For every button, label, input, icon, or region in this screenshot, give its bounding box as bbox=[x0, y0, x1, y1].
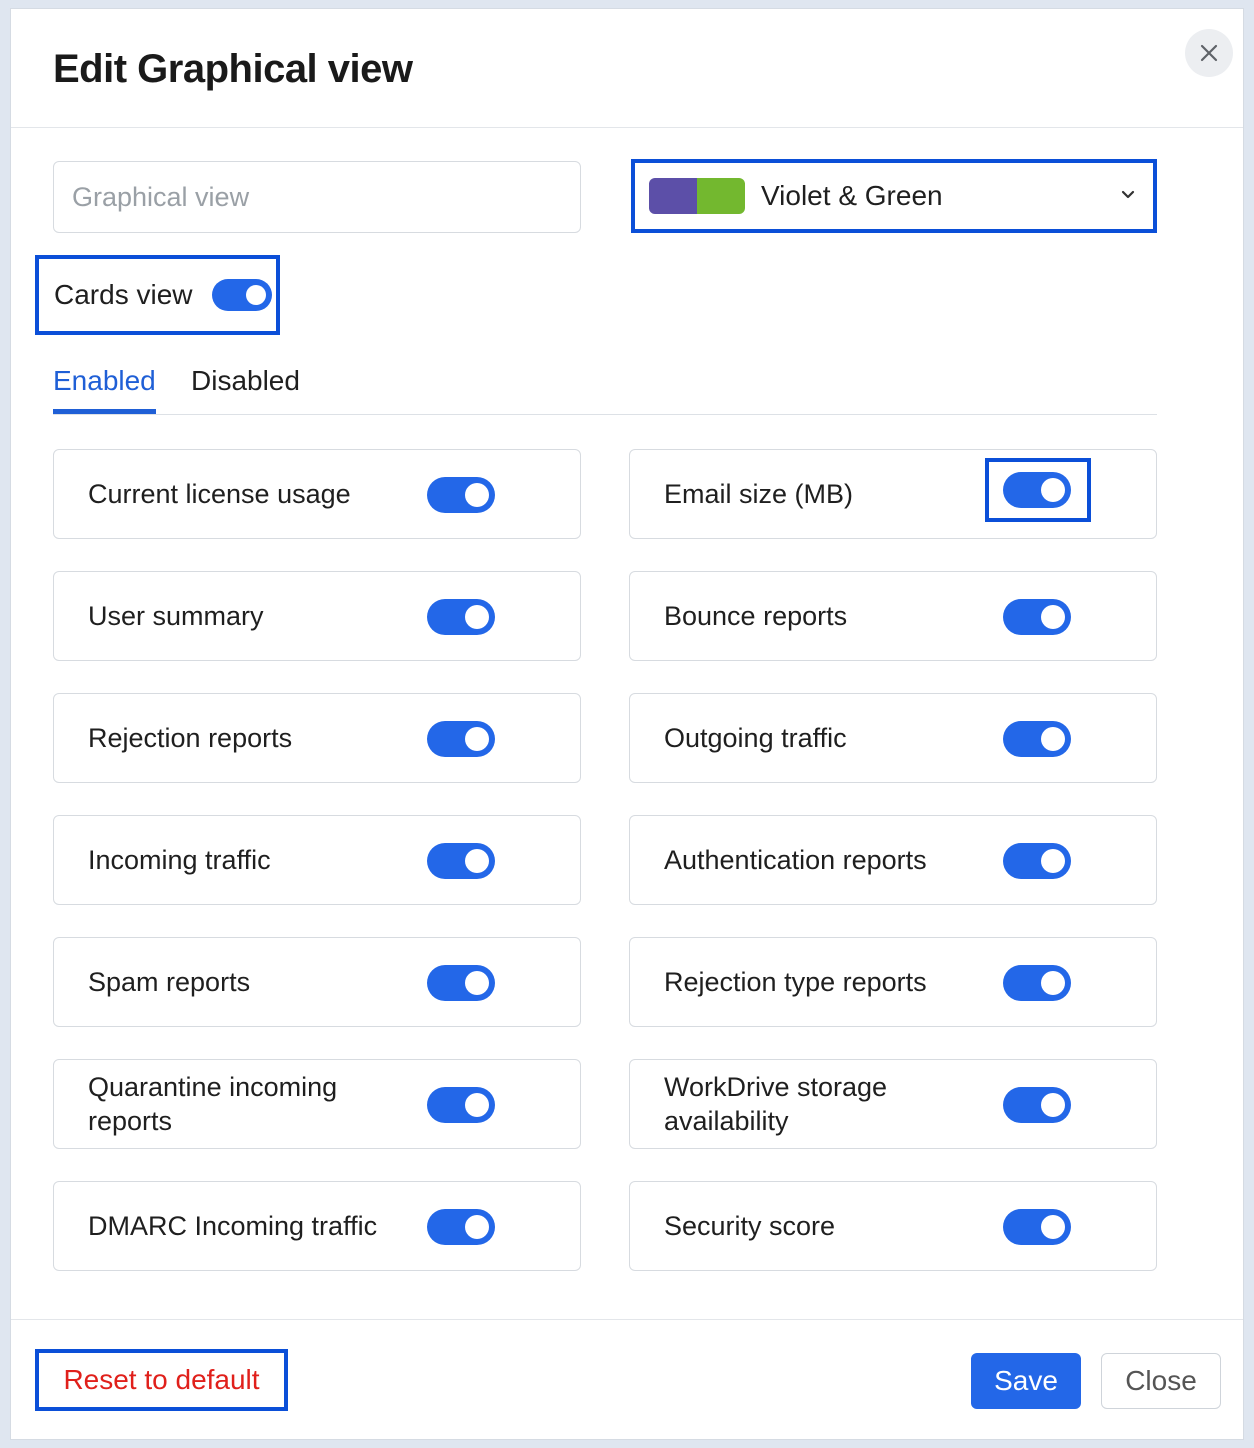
toggle-highlight bbox=[985, 458, 1091, 522]
card-toggle[interactable] bbox=[1003, 599, 1071, 635]
card-label: Quarantine incoming reports bbox=[88, 1072, 338, 1136]
card-label: Spam reports bbox=[88, 967, 251, 997]
tab-bar: Enabled Disabled bbox=[53, 361, 1157, 415]
card-security-score: Security score bbox=[629, 1181, 1157, 1271]
toggle-knob bbox=[1041, 849, 1065, 873]
card-toggle[interactable] bbox=[427, 477, 495, 513]
cards-view-label: Cards view bbox=[54, 279, 193, 310]
tab-enabled[interactable]: Enabled bbox=[53, 365, 156, 414]
card-workdrive-storage-availability: WorkDrive storage availability bbox=[629, 1059, 1157, 1149]
card-toggle[interactable] bbox=[427, 1209, 495, 1245]
card-email-size: Email size (MB) bbox=[629, 449, 1157, 539]
card-label: Current license usage bbox=[88, 479, 351, 509]
card-label: Authentication reports bbox=[664, 845, 927, 875]
close-icon bbox=[1200, 44, 1218, 62]
chevron-down-icon bbox=[1121, 190, 1135, 199]
card-toggle[interactable] bbox=[427, 721, 495, 757]
card-label: Security score bbox=[664, 1211, 836, 1241]
green-swatch bbox=[697, 178, 745, 214]
card-bounce-reports: Bounce reports bbox=[629, 571, 1157, 661]
tab-disabled[interactable]: Disabled bbox=[191, 365, 300, 397]
toggle-knob bbox=[246, 285, 267, 305]
card-toggle[interactable] bbox=[1003, 965, 1071, 1001]
card-toggle[interactable] bbox=[427, 1087, 495, 1123]
card-toggle[interactable] bbox=[1003, 472, 1071, 508]
card-label: User summary bbox=[88, 601, 264, 631]
card-outgoing-traffic: Outgoing traffic bbox=[629, 693, 1157, 783]
toggle-knob bbox=[1041, 727, 1065, 751]
card-dmarc-incoming-traffic: DMARC Incoming traffic bbox=[53, 1181, 581, 1271]
card-incoming-traffic: Incoming traffic bbox=[53, 815, 581, 905]
card-toggle[interactable] bbox=[1003, 721, 1071, 757]
toggle-knob bbox=[465, 605, 489, 629]
save-button[interactable]: Save bbox=[971, 1353, 1081, 1409]
dialog-title: Edit Graphical view bbox=[53, 47, 413, 91]
card-rejection-reports: Rejection reports bbox=[53, 693, 581, 783]
header-divider bbox=[11, 127, 1243, 128]
toggle-knob bbox=[465, 1093, 489, 1117]
toggle-knob bbox=[1041, 1215, 1065, 1239]
card-toggle[interactable] bbox=[1003, 843, 1071, 879]
reset-to-default-button[interactable]: Reset to default bbox=[35, 1349, 288, 1411]
close-button[interactable]: Close bbox=[1101, 1353, 1221, 1409]
card-spam-reports: Spam reports bbox=[53, 937, 581, 1027]
card-toggle[interactable] bbox=[427, 965, 495, 1001]
close-dialog-button[interactable] bbox=[1185, 29, 1233, 77]
card-label: Outgoing traffic bbox=[664, 723, 847, 753]
card-toggle[interactable] bbox=[1003, 1209, 1071, 1245]
card-label: Bounce reports bbox=[664, 601, 848, 631]
toggle-knob bbox=[465, 727, 489, 751]
card-label: DMARC Incoming traffic bbox=[88, 1211, 378, 1241]
toggle-knob bbox=[1041, 478, 1065, 502]
card-user-summary: User summary bbox=[53, 571, 581, 661]
toggle-knob bbox=[465, 483, 489, 507]
card-label: Rejection reports bbox=[88, 723, 293, 753]
toggle-knob bbox=[465, 849, 489, 873]
color-theme-select[interactable]: Violet & Green bbox=[631, 159, 1157, 233]
edit-graphical-view-dialog: Edit Graphical view Violet & Green Cards… bbox=[10, 8, 1244, 1440]
card-toggle[interactable] bbox=[427, 599, 495, 635]
card-label: Incoming traffic bbox=[88, 845, 271, 875]
violet-swatch bbox=[649, 178, 697, 214]
color-theme-swatch bbox=[649, 178, 745, 214]
cards-view-setting: Cards view bbox=[35, 255, 280, 335]
card-quarantine-incoming-reports: Quarantine incoming reports bbox=[53, 1059, 581, 1149]
card-current-license-usage: Current license usage bbox=[53, 449, 581, 539]
color-theme-label: Violet & Green bbox=[761, 180, 943, 211]
card-label: Email size (MB) bbox=[664, 479, 854, 509]
toggle-knob bbox=[1041, 1093, 1065, 1117]
card-toggle[interactable] bbox=[1003, 1087, 1071, 1123]
toggle-knob bbox=[1041, 971, 1065, 995]
card-toggle[interactable] bbox=[427, 843, 495, 879]
footer-divider bbox=[11, 1319, 1243, 1320]
toggle-knob bbox=[465, 971, 489, 995]
cards-view-toggle[interactable] bbox=[212, 279, 273, 311]
toggle-knob bbox=[1041, 605, 1065, 629]
card-rejection-type-reports: Rejection type reports bbox=[629, 937, 1157, 1027]
view-name-input[interactable] bbox=[53, 161, 581, 233]
card-label: Rejection type reports bbox=[664, 967, 927, 997]
card-label: WorkDrive storage availability bbox=[664, 1072, 888, 1136]
toggle-knob bbox=[465, 1215, 489, 1239]
card-authentication-reports: Authentication reports bbox=[629, 815, 1157, 905]
